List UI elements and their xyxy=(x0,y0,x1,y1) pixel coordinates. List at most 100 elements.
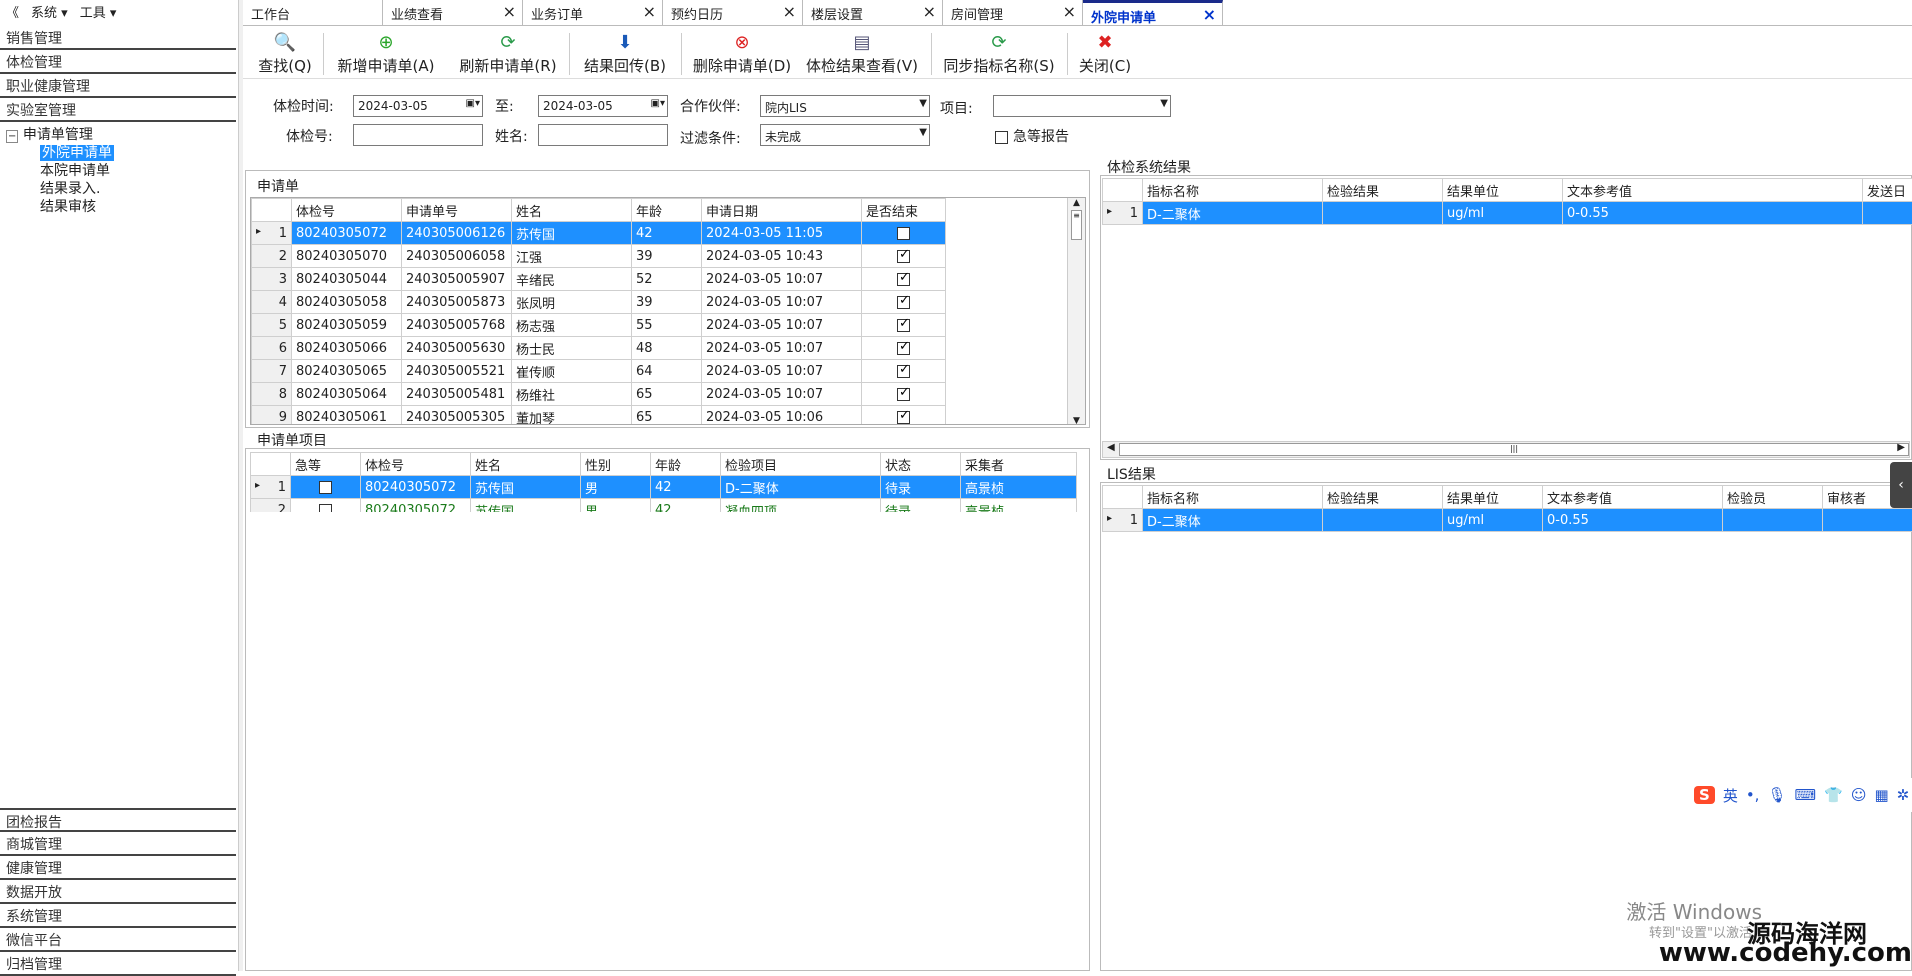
table-row[interactable]: 780240305065240305005521崔传顺642024-03-05 … xyxy=(252,360,946,383)
tree-item-result-entry[interactable]: 结果录入. xyxy=(40,178,100,198)
punctuation-icon[interactable]: •, xyxy=(1746,786,1760,804)
exam-no-input[interactable] xyxy=(353,124,483,146)
tree-item-result-review[interactable]: 结果审核 xyxy=(40,196,96,216)
col-collector[interactable]: 采集者 xyxy=(961,453,1077,476)
nav-section-archive[interactable]: 归档管理 xyxy=(0,952,236,976)
col-indicator[interactable]: 指标名称 xyxy=(1143,179,1323,202)
toolbox-icon[interactable]: ▦ xyxy=(1874,786,1888,804)
tree-item-internal[interactable]: 本院申请单 xyxy=(40,160,110,180)
side-collapse-handle[interactable]: ‹ xyxy=(1890,462,1912,508)
table-row[interactable]: 280240305070240305006058江强392024-03-05 1… xyxy=(252,245,946,268)
col-age[interactable]: 年龄 xyxy=(632,199,702,222)
nav-section-lab[interactable]: 实验室管理 xyxy=(0,98,236,122)
table-row[interactable]: 680240305066240305005630杨士民482024-03-05 … xyxy=(252,337,946,360)
table-row[interactable]: ▸180240305072240305006126苏传国422024-03-05… xyxy=(252,222,946,245)
condition-select[interactable]: 未完成▼ xyxy=(760,124,930,146)
table-row[interactable]: 880240305064240305005481杨维社652024-03-05 … xyxy=(252,383,946,406)
system-menu[interactable]: 系统 ▾ xyxy=(25,2,74,21)
table-row[interactable]: 280240305072苏传国男42凝血四项待录高景桢 xyxy=(251,499,1077,513)
row-number[interactable]: 5 xyxy=(252,314,292,337)
calendar-dropdown-icon[interactable]: ▣▾ xyxy=(651,98,665,109)
row-number[interactable]: ▸1 xyxy=(251,476,291,499)
partner-select[interactable]: 院内LIS▼ xyxy=(760,95,930,117)
tree-collapse-icon[interactable]: − xyxy=(6,130,18,143)
col-done[interactable]: 是否结束 xyxy=(862,199,946,222)
skin-icon[interactable]: 👕 xyxy=(1824,786,1843,804)
close-icon[interactable]: × xyxy=(783,2,796,21)
tab-calendar[interactable]: 预约日历× xyxy=(663,0,803,26)
row-number[interactable]: 3 xyxy=(252,268,292,291)
search-button[interactable]: 🔍查找(Q) xyxy=(257,27,313,79)
row-number[interactable]: 2 xyxy=(251,499,291,513)
done-checkbox[interactable] xyxy=(897,365,910,378)
scroll-left-icon[interactable]: ◀ xyxy=(1107,442,1115,453)
row-number[interactable]: ▸1 xyxy=(1103,202,1143,225)
col-sex[interactable]: 性别 xyxy=(581,453,651,476)
table-row[interactable]: 980240305061240305005305董加琴652024-03-05 … xyxy=(252,406,946,426)
col-reference[interactable]: 文本参考值 xyxy=(1543,486,1723,509)
tab-orders[interactable]: 业务订单× xyxy=(523,0,663,26)
scroll-right-icon[interactable]: ▶ xyxy=(1897,442,1905,453)
close-icon[interactable]: × xyxy=(503,2,516,21)
name-input[interactable] xyxy=(538,124,668,146)
settings-icon[interactable]: ✲ xyxy=(1897,786,1910,804)
nav-section-system[interactable]: 系统管理 xyxy=(0,904,236,928)
collapse-button[interactable]: 《 xyxy=(0,2,25,21)
col-test-item[interactable]: 检验项目 xyxy=(721,453,881,476)
table-row[interactable]: 580240305059240305005768杨志强552024-03-05 … xyxy=(252,314,946,337)
calendar-dropdown-icon[interactable]: ▣▾ xyxy=(466,98,480,109)
emoji-icon[interactable]: ☺ xyxy=(1851,786,1867,804)
scroll-thumb[interactable]: ||| xyxy=(1119,443,1909,456)
row-number[interactable]: 9 xyxy=(252,406,292,426)
tree-item-external[interactable]: 外院申请单 xyxy=(40,142,114,162)
close-icon[interactable]: × xyxy=(1203,5,1216,24)
nav-section-sales[interactable]: 销售管理 xyxy=(0,26,236,50)
col-send-date[interactable]: 发送日 xyxy=(1863,179,1912,202)
row-number[interactable]: 8 xyxy=(252,383,292,406)
urgent-checkbox[interactable] xyxy=(995,131,1008,144)
nav-section-occupational[interactable]: 职业健康管理 xyxy=(0,74,236,98)
date-from-picker[interactable]: 2024-03-05▣▾ xyxy=(353,95,483,117)
close-button[interactable]: ✖关闭(C) xyxy=(1073,27,1137,79)
nav-section-wechat[interactable]: 微信平台 xyxy=(0,928,236,952)
row-number[interactable]: 4 xyxy=(252,291,292,314)
project-select[interactable]: ▼ xyxy=(993,95,1171,117)
tools-menu[interactable]: 工具 ▾ xyxy=(74,2,123,21)
tab-workbench[interactable]: 工作台 xyxy=(243,0,383,26)
done-checkbox[interactable] xyxy=(897,411,910,424)
tree-root[interactable]: − 申请单管理 xyxy=(6,124,93,144)
nav-section-exam[interactable]: 体检管理 xyxy=(0,50,236,74)
row-number[interactable]: ▸1 xyxy=(252,222,292,245)
done-checkbox[interactable] xyxy=(897,388,910,401)
urgent-checkbox[interactable] xyxy=(319,504,332,513)
done-checkbox[interactable] xyxy=(897,342,910,355)
col-name[interactable]: 姓名 xyxy=(471,453,581,476)
col-result[interactable]: 检验结果 xyxy=(1323,179,1443,202)
scroll-down-icon[interactable]: ▼ xyxy=(1068,416,1085,425)
col-exam-no[interactable]: 体检号 xyxy=(361,453,471,476)
done-checkbox[interactable] xyxy=(897,296,910,309)
col-urgent[interactable]: 急等 xyxy=(291,453,361,476)
tab-floor[interactable]: 楼层设置× xyxy=(803,0,943,26)
ime-language-toggle[interactable]: 英 xyxy=(1723,785,1738,806)
table-row[interactable]: 480240305058240305005873张凤明392024-03-05 … xyxy=(252,291,946,314)
nav-section-health[interactable]: 健康管理 xyxy=(0,856,236,880)
sys-results-hscrollbar[interactable]: ◀ ||| ▶ xyxy=(1102,441,1910,458)
keyboard-icon[interactable]: ⌨ xyxy=(1795,786,1817,804)
add-button[interactable]: ⊕新增申请单(A) xyxy=(331,27,441,79)
microphone-icon[interactable]: 🎙 xyxy=(1767,786,1786,804)
delete-button[interactable]: ⊗删除申请单(D) xyxy=(687,27,797,79)
tab-performance[interactable]: 业绩查看× xyxy=(383,0,523,26)
close-icon[interactable]: × xyxy=(643,2,656,21)
upload-button[interactable]: ⬇结果回传(B) xyxy=(575,27,675,79)
col-indicator[interactable]: 指标名称 xyxy=(1143,486,1323,509)
done-checkbox[interactable] xyxy=(897,227,910,240)
done-checkbox[interactable] xyxy=(897,273,910,286)
nav-section-group-report[interactable]: 团检报告 xyxy=(0,808,236,832)
col-age[interactable]: 年龄 xyxy=(651,453,721,476)
nav-section-data-open[interactable]: 数据开放 xyxy=(0,880,236,904)
tab-rooms[interactable]: 房间管理× xyxy=(943,0,1083,26)
refresh-button[interactable]: ⟳刷新申请单(R) xyxy=(453,27,563,79)
apply-scrollbar[interactable]: ▲ ≡ ▼ xyxy=(1067,198,1085,425)
urgent-checkbox[interactable] xyxy=(319,481,332,494)
